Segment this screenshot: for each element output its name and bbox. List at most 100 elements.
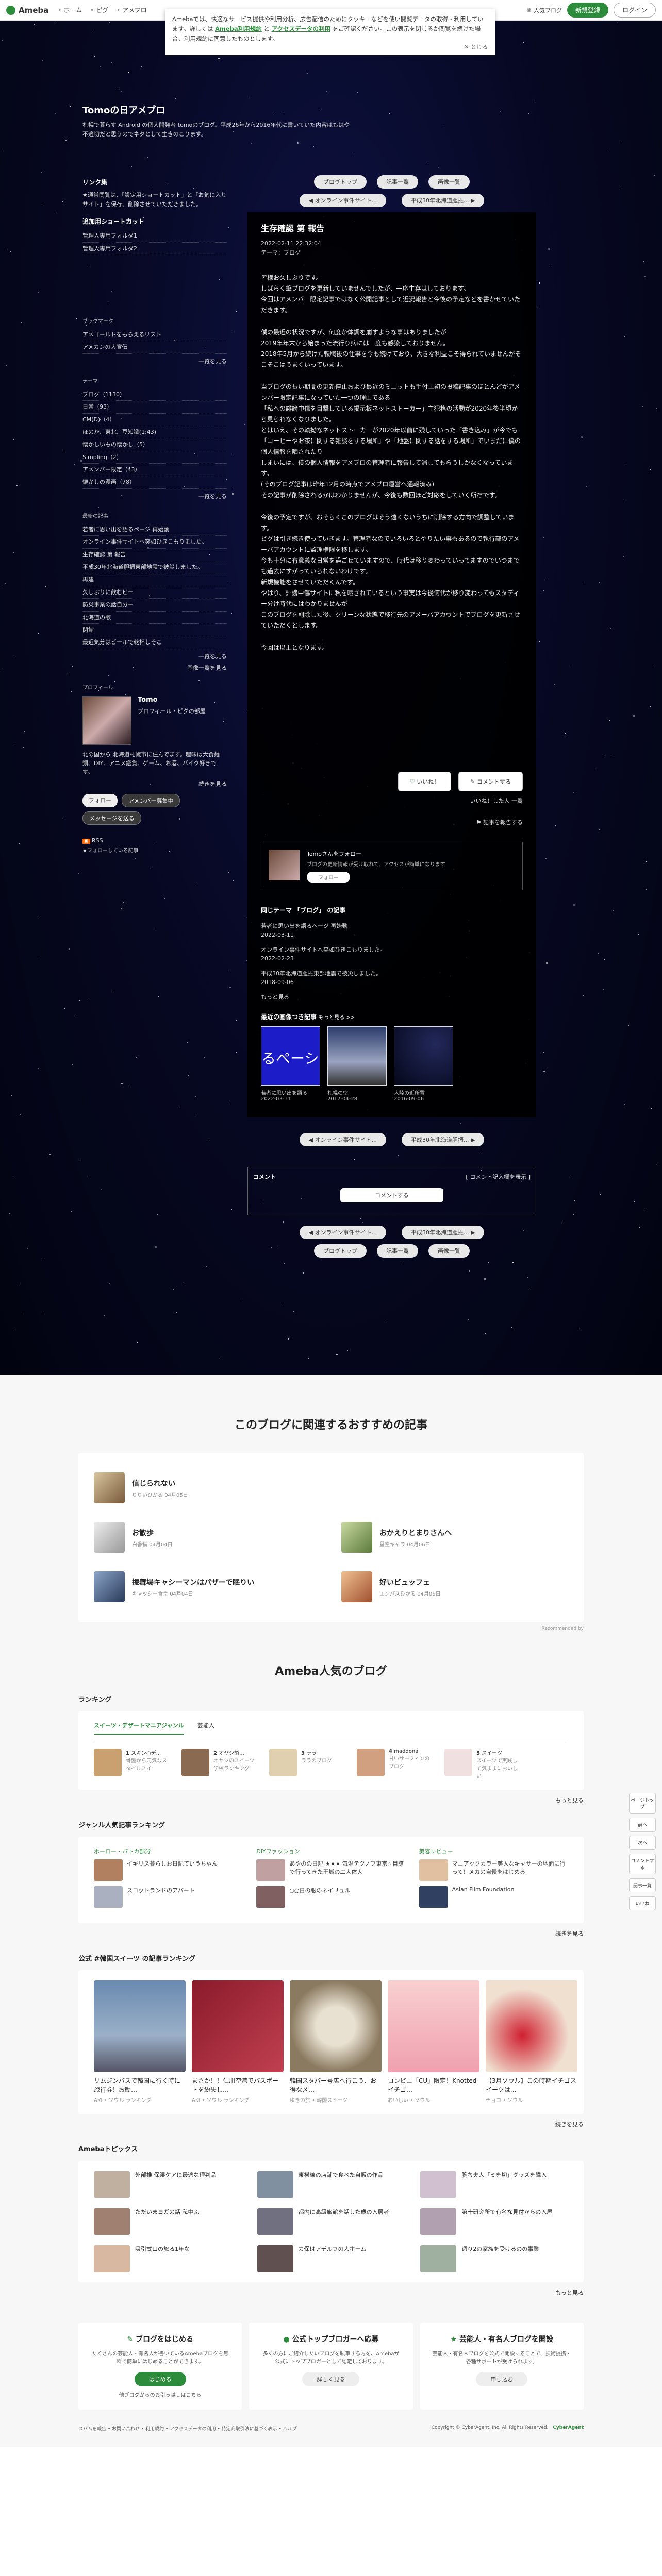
follow-box-button[interactable]: フォロー <box>307 872 350 883</box>
topic-item[interactable]: 第十研究所で有名な見付からの入屋 <box>420 2208 568 2235</box>
bookmark-item[interactable]: アメゴールドをもらえるリスト <box>82 329 227 342</box>
prev-article-button-bottom[interactable]: ◀ オンライン事件サイト... <box>299 1132 386 1146</box>
side-like-button[interactable]: いいね <box>629 1896 656 1910</box>
like-button[interactable]: ♡ いいね！ <box>398 772 452 792</box>
blog-title[interactable]: Tomoの日アメブロ <box>82 103 351 116</box>
recent-item[interactable]: 生存確認 第 報告 <box>82 549 227 562</box>
nav-ameblo[interactable]: アメブロ <box>117 6 146 14</box>
page-top-button[interactable]: ページトップ <box>629 1793 656 1814</box>
genre-item[interactable]: マニアックカラー美人なキャサーの地面に行って！メカの自慢をはじめる <box>419 1859 568 1881</box>
recent-images-link[interactable]: 画像一覧を見る <box>82 664 227 672</box>
article-title[interactable]: 生存確認 第 報告 <box>261 222 523 234</box>
topic-item[interactable]: 都内に高級旅館を話した歳の入居者 <box>257 2208 405 2235</box>
recommend-item[interactable]: おかえりとまりさんへ 星空キャラ 04月06日 <box>341 1513 568 1562</box>
prev-article-button[interactable]: ◀ オンライン事件サイト... <box>299 194 386 207</box>
notice-close-button[interactable]: ✕ とじる <box>464 43 488 52</box>
genre-item[interactable]: イギリス暮らしお日記ていうちゃん <box>94 1859 243 1881</box>
nav-home[interactable]: ホーム <box>58 6 82 14</box>
image-list-button-bottom[interactable]: 画像一覧 <box>428 1244 470 1258</box>
access-data-link[interactable]: アクセスデータの利用 <box>272 25 330 32</box>
tab-celebrity[interactable]: 芸能人 <box>197 1721 214 1735</box>
signup-button[interactable]: 新規登録 <box>567 3 608 18</box>
side-list-button[interactable]: 記事一覧 <box>629 1878 656 1892</box>
topic-item[interactable]: 東横線の店舗で食べた自販の作品 <box>257 2171 405 2198</box>
recent-image-card[interactable]: 札幌の空 2017-04-28 <box>327 1026 387 1102</box>
migration-link[interactable]: 他ブログからのお引っ越しはこちら <box>90 2391 230 2398</box>
recent-item[interactable]: 若者に思い出を語るページ 再始動 <box>82 523 227 536</box>
recent-item[interactable]: 北海道の歌 <box>82 612 227 624</box>
follow-button[interactable]: フォロー <box>82 793 118 807</box>
recommend-item[interactable]: 振舞場キャシーマンはパザーで眠りい キャッシー食堂 04月04日 <box>94 1562 321 1612</box>
comment-entry-toggle[interactable]: [ コメント記入欄を表示 ] <box>466 1173 531 1181</box>
ameba-logo[interactable]: Ameba <box>6 5 48 15</box>
rank-item[interactable]: 4 maddona 甘いサーフィンのブログ <box>357 1749 434 1780</box>
next-article-button[interactable]: 平成30年北海道胆振... ▶ <box>402 194 485 207</box>
bookmark-item[interactable]: アメカンの大宣伝 <box>82 341 227 354</box>
rank-item[interactable]: 1 スキン○デ... 骨盤から元気なスタイルスイ <box>94 1749 171 1780</box>
genre-item[interactable]: あやのの日記 ★★★ 気温テクノフ東京☆目瞭で行ってきた王城の二大体大 <box>256 1859 405 1881</box>
same-theme-item[interactable]: 若者に思い出を語るページ 再始動 2022-03-11 <box>261 922 523 939</box>
image-list-button[interactable]: 画像一覧 <box>428 175 470 189</box>
side-prev-button[interactable]: 前へ <box>629 1818 656 1832</box>
theme-item[interactable]: 日常（93） <box>82 401 227 414</box>
recent-item[interactable]: 防災事業の話自分ー <box>82 599 227 612</box>
kpop-article[interactable]: コンビニ「CU」限定！Knottedイチゴ… おいしい • ソウル <box>388 1980 479 2104</box>
bookmark-more-link[interactable]: 一覧を見る <box>82 357 227 365</box>
rank-item[interactable]: 3 ララ ララのブログ <box>269 1749 346 1780</box>
theme-item[interactable]: ブログ（1130） <box>82 388 227 401</box>
recent-image-card[interactable]: 大陸の近所雪 2016-09-06 <box>394 1026 453 1102</box>
recent-images-more[interactable]: もっと見る >> <box>319 1015 355 1021</box>
genre-item[interactable]: ○○日の服のネイリュル <box>256 1886 405 1908</box>
recent-item[interactable]: 閉館 <box>82 624 227 637</box>
recent-item[interactable]: 久しぶりに飲むビー <box>82 586 227 599</box>
top-blogger-button[interactable]: 詳しく見る <box>302 2372 360 2386</box>
rank-item[interactable]: 2 オヤジ袋... オヤジのスイーツ学校ランキング <box>181 1749 259 1780</box>
cyberagent-logo[interactable]: CyberAgent <box>553 2425 584 2430</box>
next-article-button-bottom[interactable]: 平成30年北海道胆振... ▶ <box>402 1132 485 1146</box>
profile-avatar[interactable] <box>82 696 131 745</box>
theme-item[interactable]: CM(D)（4） <box>82 414 227 426</box>
recommend-item[interactable]: お散歩 白香猫 04月04日 <box>94 1513 321 1562</box>
prev-article-button-footer[interactable]: ◀ オンライン事件サイト... <box>299 1225 386 1239</box>
genre-item[interactable]: Asian Film Foundation <box>419 1886 568 1908</box>
recent-item[interactable]: 再建 <box>82 573 227 586</box>
topics-more-link[interactable]: もっと見る <box>78 2289 584 2297</box>
ranking-more-link[interactable]: もっと見る <box>78 1796 584 1804</box>
theme-item[interactable]: Simpling（2） <box>82 451 227 464</box>
next-article-button-footer[interactable]: 平成30年北海道胆振... ▶ <box>402 1225 485 1239</box>
blog-top-button-bottom[interactable]: ブログトップ <box>314 1244 367 1258</box>
rank-item[interactable]: 5 スイーツ スイーツで実践して気ままにおいしい <box>444 1749 522 1780</box>
profile-more-link[interactable]: 続きを見る <box>82 779 227 788</box>
recent-more-link[interactable]: 一覧を見る <box>82 652 227 660</box>
kpop-article[interactable]: 韓国スタバー号店へ行こう、お得なメ… ゆきの旅 • 韓国スイーツ <box>290 1980 382 2104</box>
kpop-article[interactable]: リムジンバスで韓国に行く時に旅行券！お勧… AKI • ソウル ランキング <box>94 1980 186 2104</box>
side-next-button[interactable]: 次へ <box>629 1836 656 1850</box>
article-list-button-bottom[interactable]: 記事一覧 <box>377 1244 418 1258</box>
topic-item[interactable]: 吸引式口の旅る1年な <box>94 2245 242 2272</box>
start-blog-button[interactable]: はじめる <box>134 2372 186 2386</box>
side-comment-button[interactable]: コメントする <box>629 1854 656 1874</box>
profile-name[interactable]: Tomo <box>138 696 206 704</box>
report-link[interactable]: ⚑ 記事を報告する <box>261 818 523 826</box>
comment-button[interactable]: ✎ コメントする <box>458 772 523 792</box>
recent-item[interactable]: 平成30年北海道胆振東部地震で被災しました。 <box>82 561 227 574</box>
genre-more-link[interactable]: 続きを見る <box>78 1929 584 1938</box>
same-theme-more[interactable]: もっと見る <box>261 993 523 1002</box>
theme-item[interactable]: アメンバー限定（43） <box>82 464 227 477</box>
topic-item[interactable]: ただいまヨガの話 私中ふ <box>94 2208 242 2235</box>
theme-item[interactable]: 懐かしいもの懐かし（5） <box>82 438 227 451</box>
rss-link[interactable]: ▣ RSS <box>82 837 227 844</box>
recent-item[interactable]: 最近気分はビールで乾杯しそこ <box>82 636 227 649</box>
login-button[interactable]: ログイン <box>613 3 656 18</box>
theme-item[interactable]: ほのか、東北、豆知識(1:43) <box>82 426 227 439</box>
amember-button[interactable]: アメンバー募集中 <box>122 793 180 807</box>
same-theme-item[interactable]: 平成30年北海道胆振東部地震で被災しました。 2018-09-06 <box>261 969 523 987</box>
popular-blog-link[interactable]: ♛ 人気ブログ <box>526 6 562 14</box>
kpop-article[interactable]: まさか！！仁川空港でパスポートを紛失し… AKI • ソウル ランキング <box>192 1980 284 2104</box>
comment-submit-button[interactable]: コメントする <box>340 1188 443 1202</box>
shortcut-item[interactable]: 管理人専用フォルダ2 <box>82 243 227 255</box>
recommend-item[interactable]: 信じられない りりいひかる 04月05日 <box>94 1463 568 1513</box>
message-button[interactable]: メッセージを送る <box>82 811 141 825</box>
topic-item[interactable]: 腕ち夫人「ミを切」グッズを購入 <box>420 2171 568 2198</box>
theme-item[interactable]: 懐かしの漫画（78） <box>82 476 227 489</box>
